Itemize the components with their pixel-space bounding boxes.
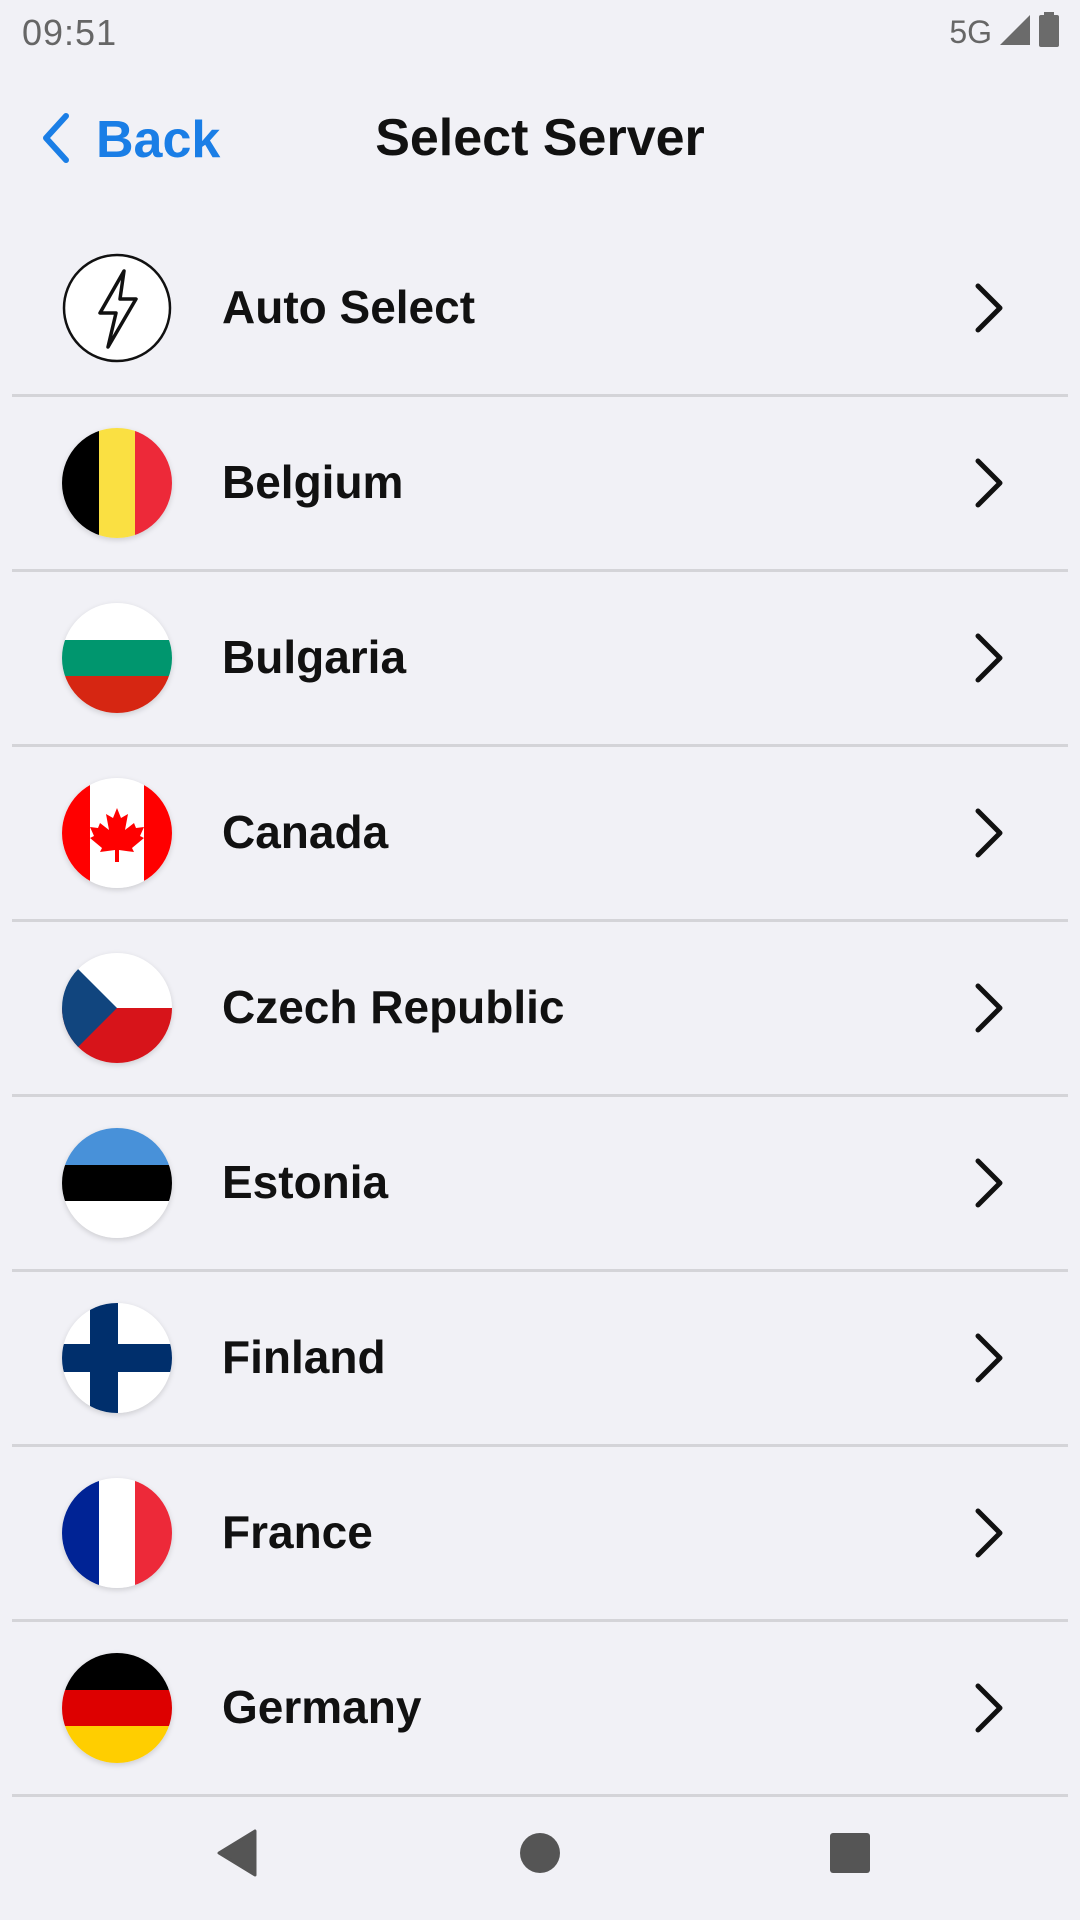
- estonia-flag-icon: [62, 1128, 172, 1238]
- germany-flag-icon: [62, 1653, 172, 1763]
- server-row-germany[interactable]: Germany: [12, 1622, 1068, 1797]
- nav-back-button[interactable]: [202, 1820, 272, 1890]
- nav-home-button[interactable]: [505, 1820, 575, 1890]
- server-row-auto-select[interactable]: Auto Select: [12, 222, 1068, 397]
- bulgaria-flag-icon: [62, 603, 172, 713]
- chevron-right-icon: [968, 1328, 1008, 1388]
- header: Back Select Server: [0, 80, 1080, 200]
- server-name: Auto Select: [222, 281, 476, 333]
- chevron-right-icon: [968, 453, 1008, 513]
- server-row-belgium[interactable]: Belgium: [12, 397, 1068, 572]
- chevron-right-icon: [968, 1153, 1008, 1213]
- server-name: Estonia: [222, 1156, 389, 1208]
- screen: 09:51 5G Back Select Server Auto Select …: [0, 0, 1080, 1920]
- france-flag-icon: [62, 1478, 172, 1588]
- server-row-estonia[interactable]: Estonia: [12, 1097, 1068, 1272]
- nav-recents-button[interactable]: [815, 1820, 885, 1890]
- chevron-right-icon: [968, 278, 1008, 338]
- server-name: Czech Republic: [222, 981, 565, 1033]
- server-row-france[interactable]: France: [12, 1447, 1068, 1622]
- page-title: Select Server: [375, 109, 705, 167]
- chevron-right-icon: [968, 1678, 1008, 1738]
- canada-flag-icon: [62, 778, 172, 888]
- status-time: 09:51: [22, 12, 118, 53]
- recents-square-icon: [829, 1832, 871, 1879]
- network-type: 5G: [949, 13, 992, 50]
- server-row-canada[interactable]: Canada: [12, 747, 1068, 922]
- server-name: Bulgaria: [222, 631, 407, 683]
- status-bar: 09:51 5G: [0, 0, 1080, 64]
- finland-flag-icon: [62, 1303, 172, 1413]
- server-list: Auto Select Belgium Bulgaria Canada Czec…: [0, 222, 1080, 1797]
- battery-icon: [1038, 11, 1060, 53]
- status-icons: 5G: [949, 11, 1060, 53]
- server-name: Germany: [222, 1681, 422, 1733]
- czech-flag-icon: [62, 953, 172, 1063]
- server-name: Finland: [222, 1331, 386, 1383]
- system-nav-bar: [0, 1790, 1080, 1920]
- server-row-czech-republic[interactable]: Czech Republic: [12, 922, 1068, 1097]
- chevron-right-icon: [968, 1503, 1008, 1563]
- chevron-right-icon: [968, 628, 1008, 688]
- back-triangle-icon: [215, 1829, 259, 1882]
- signal-icon: [998, 13, 1032, 52]
- server-name: Canada: [222, 806, 389, 858]
- server-name: Belgium: [222, 456, 404, 508]
- belgium-flag-icon: [62, 428, 172, 538]
- lightning-icon: [62, 253, 172, 363]
- home-circle-icon: [519, 1832, 561, 1879]
- server-name: France: [222, 1506, 373, 1558]
- server-row-bulgaria[interactable]: Bulgaria: [12, 572, 1068, 747]
- server-row-finland[interactable]: Finland: [12, 1272, 1068, 1447]
- chevron-right-icon: [968, 803, 1008, 863]
- chevron-right-icon: [968, 978, 1008, 1038]
